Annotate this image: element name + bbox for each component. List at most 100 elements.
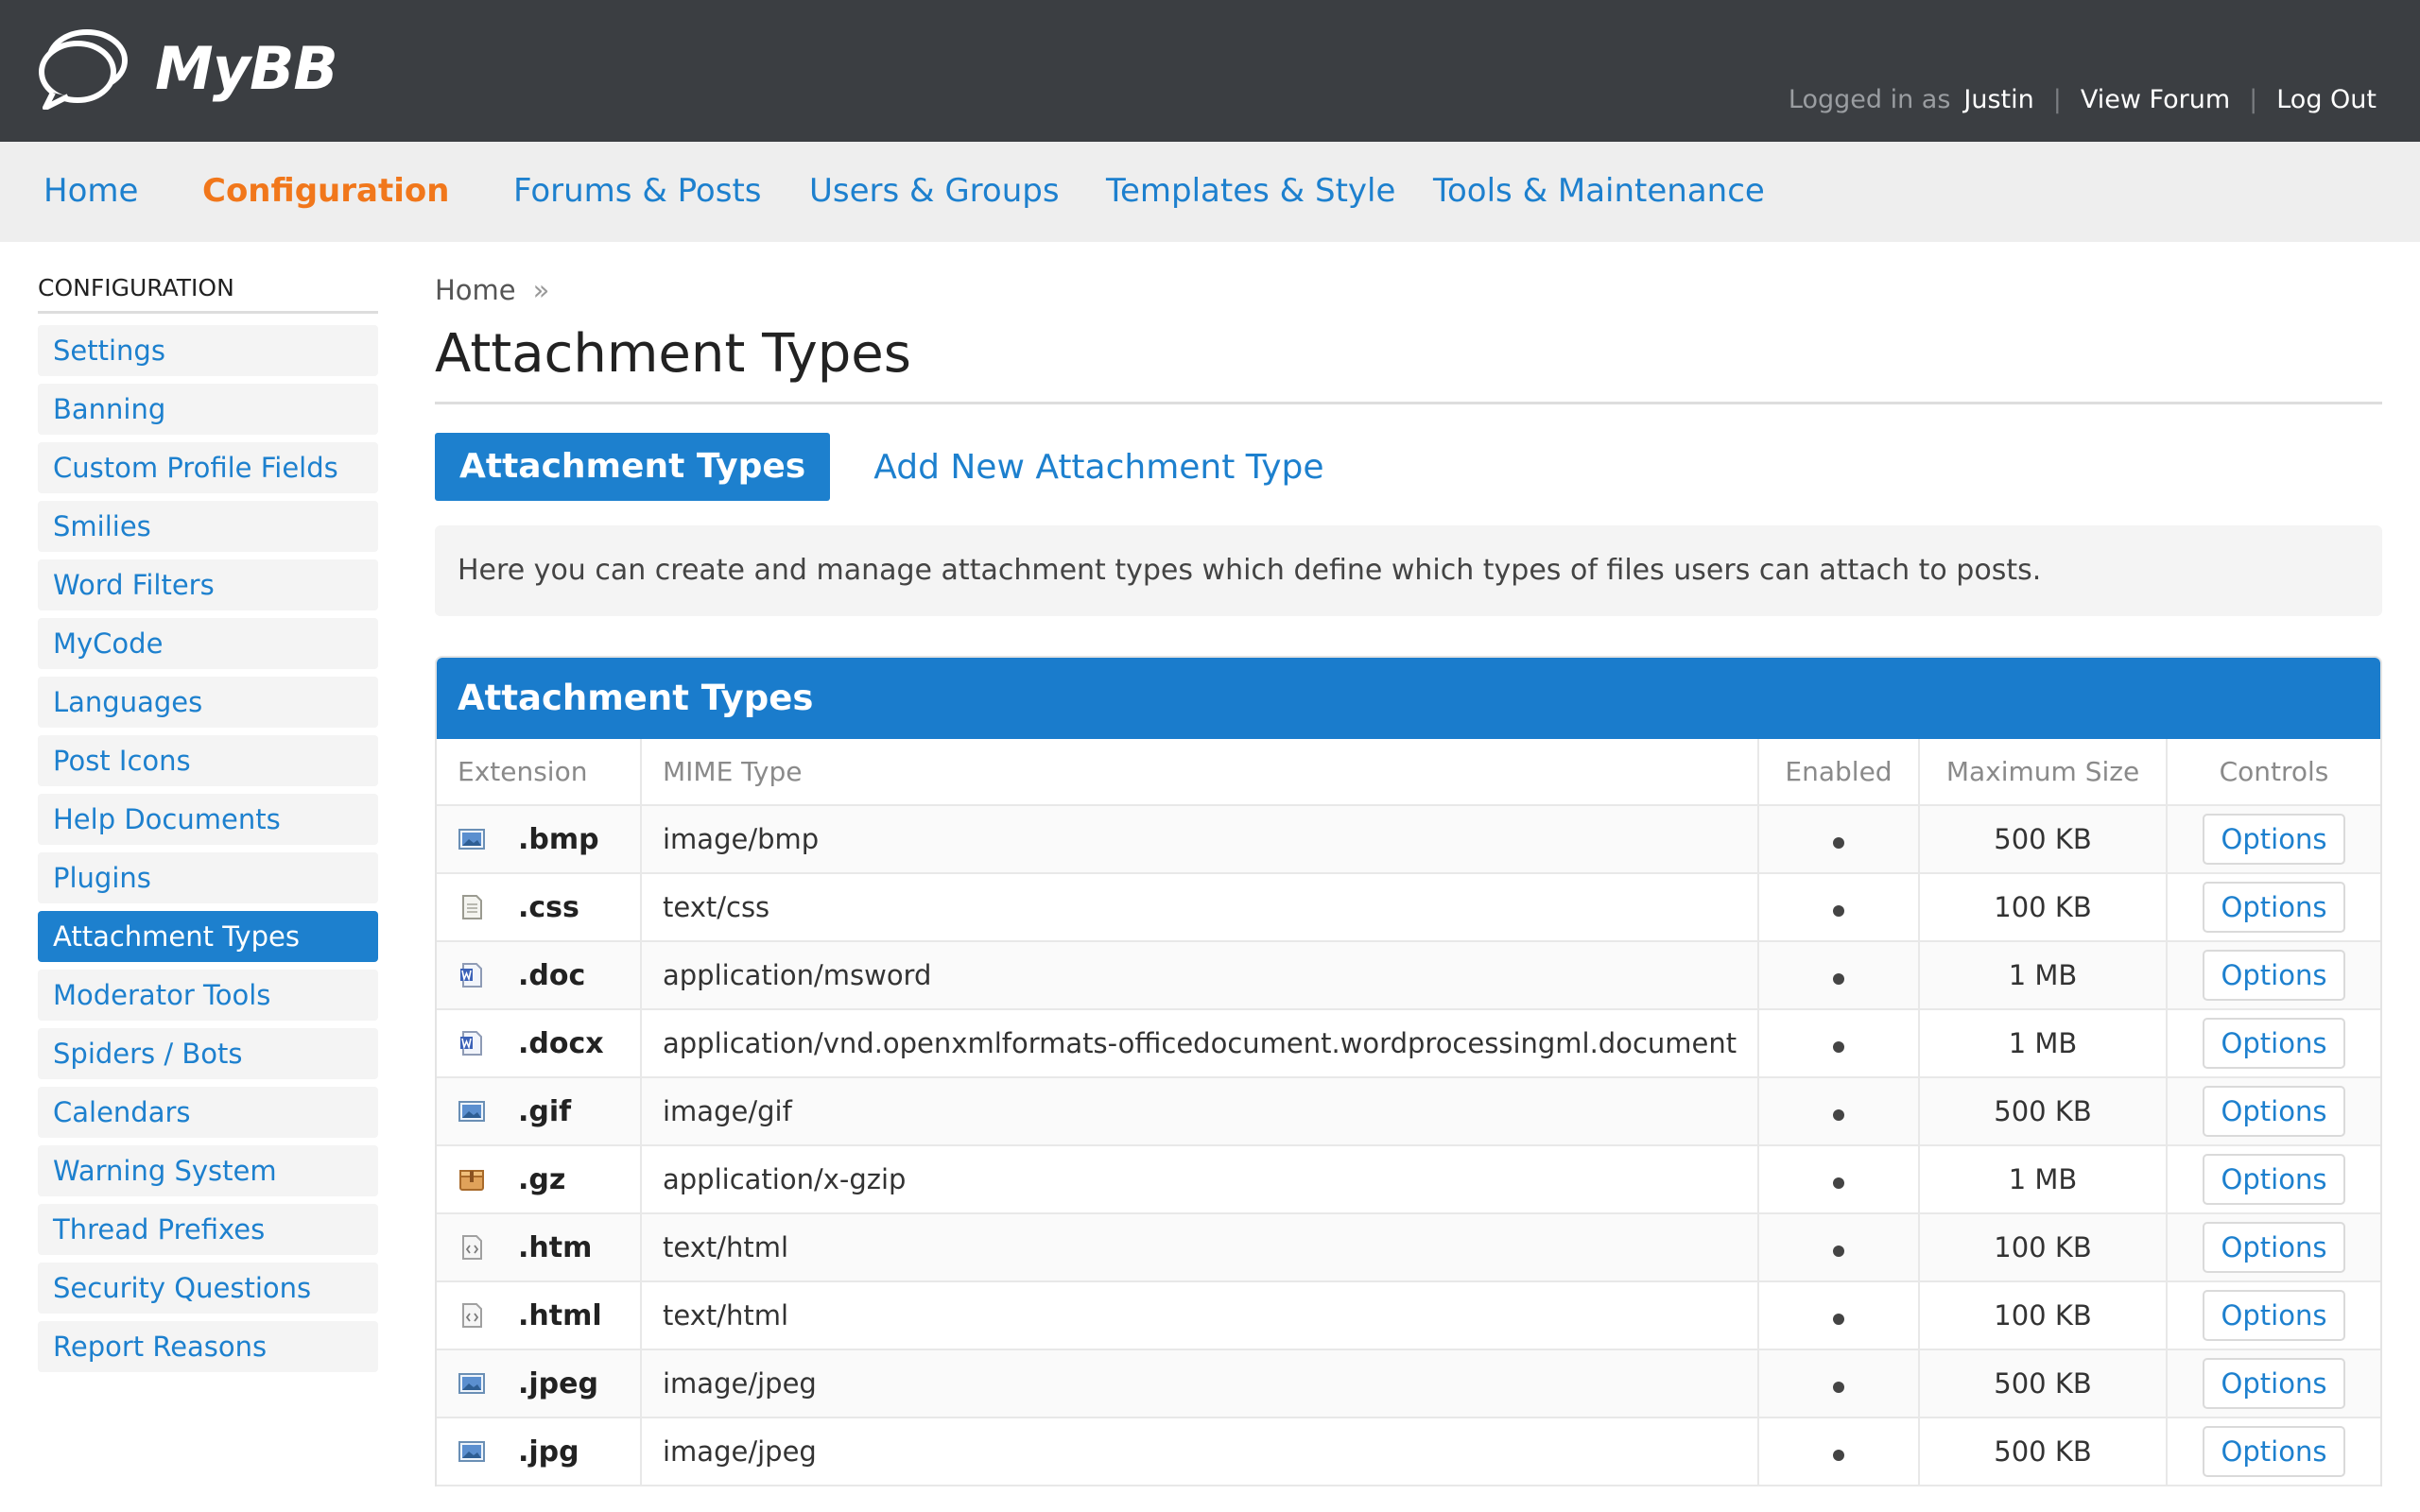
sidebar-item-custom-profile-fields[interactable]: Custom Profile Fields — [38, 442, 378, 493]
options-button[interactable]: Options — [2202, 1018, 2346, 1069]
breadcrumb-separator: » — [532, 274, 550, 306]
extension-label: .gz — [518, 1162, 566, 1196]
enabled-cell — [1758, 1418, 1920, 1486]
controls-cell: Options — [2167, 1213, 2380, 1282]
sidebar-item-report-reasons[interactable]: Report Reasons — [38, 1321, 378, 1372]
username-link[interactable]: Justin — [1963, 85, 2033, 114]
mime-type-cell: text/html — [641, 1281, 1759, 1350]
extension-label: .gif — [518, 1094, 572, 1128]
mime-type-cell: text/html — [641, 1213, 1759, 1282]
enabled-indicator-icon — [1833, 1314, 1844, 1325]
page-description: Here you can create and manage attachmen… — [435, 525, 2382, 616]
nav-tools-maintenance[interactable]: Tools & Maintenance — [1433, 172, 1765, 210]
enabled-indicator-icon — [1833, 1177, 1844, 1189]
word-file-icon — [458, 961, 486, 989]
html-file-icon — [458, 1301, 486, 1330]
sidebar-item-moderator-tools[interactable]: Moderator Tools — [38, 970, 378, 1021]
options-button[interactable]: Options — [2202, 814, 2346, 865]
sidebar: CONFIGURATION Settings Banning Custom Pr… — [38, 274, 378, 1380]
enabled-cell — [1758, 1077, 1920, 1146]
enabled-cell — [1758, 941, 1920, 1010]
extension-cell: .gif — [437, 1077, 642, 1146]
sidebar-item-settings[interactable]: Settings — [38, 325, 378, 376]
column-header-enabled: Enabled — [1758, 739, 1920, 806]
extension-cell: .gz — [437, 1145, 642, 1214]
enabled-cell — [1758, 1213, 1920, 1282]
mime-type-cell: text/css — [641, 873, 1759, 942]
mime-type-cell: application/msword — [641, 941, 1759, 1010]
table-row: .docx application/vnd.openxmlformats-offi… — [437, 1009, 2380, 1078]
sidebar-item-mycode[interactable]: MyCode — [38, 618, 378, 669]
maximum-size-cell: 100 KB — [1919, 1281, 2168, 1350]
options-button[interactable]: Options — [2202, 1290, 2346, 1341]
image-file-icon — [458, 1369, 486, 1398]
enabled-indicator-icon — [1833, 905, 1844, 917]
sidebar-item-smilies[interactable]: Smilies — [38, 501, 378, 552]
tab-add-new-attachment-type[interactable]: Add New Attachment Type — [873, 448, 1323, 487]
options-button[interactable]: Options — [2202, 882, 2346, 933]
sidebar-item-languages[interactable]: Languages — [38, 677, 378, 728]
sidebar-item-attachment-types[interactable]: Attachment Types — [38, 911, 378, 962]
log-out-link[interactable]: Log Out — [2276, 85, 2377, 114]
enabled-indicator-icon — [1833, 837, 1844, 849]
sidebar-item-security-questions[interactable]: Security Questions — [38, 1263, 378, 1314]
sidebar-item-thread-prefixes[interactable]: Thread Prefixes — [38, 1204, 378, 1255]
table-row: .css text/css 100 KB Options — [437, 873, 2380, 942]
image-file-icon — [458, 825, 486, 853]
enabled-indicator-icon — [1833, 1246, 1844, 1257]
nav-configuration[interactable]: Configuration — [202, 172, 449, 210]
options-button[interactable]: Options — [2202, 950, 2346, 1001]
nav-home[interactable]: Home — [43, 172, 138, 210]
breadcrumb-home[interactable]: Home — [435, 274, 516, 306]
enabled-indicator-icon — [1833, 1450, 1844, 1461]
column-header-maximum-size: Maximum Size — [1919, 739, 2168, 806]
word-file-icon — [458, 1029, 486, 1057]
tab-attachment-types[interactable]: Attachment Types — [435, 433, 831, 501]
extension-label: .doc — [518, 958, 586, 992]
enabled-cell — [1758, 805, 1920, 874]
view-forum-link[interactable]: View Forum — [2081, 85, 2230, 114]
enabled-indicator-icon — [1833, 973, 1844, 985]
extension-label: .css — [518, 890, 579, 924]
options-button[interactable]: Options — [2202, 1358, 2346, 1409]
table-row: .gz application/x-gzip 1 MB Options — [437, 1145, 2380, 1214]
mime-type-cell: image/gif — [641, 1077, 1759, 1146]
maximum-size-cell: 500 KB — [1919, 1418, 2168, 1486]
controls-cell: Options — [2167, 941, 2380, 1010]
sidebar-item-spiders-bots[interactable]: Spiders / Bots — [38, 1028, 378, 1079]
nav-users-groups[interactable]: Users & Groups — [809, 172, 1060, 210]
maximum-size-cell: 1 MB — [1919, 1009, 2168, 1078]
extension-label: .jpg — [518, 1435, 579, 1469]
extension-cell: .htm — [437, 1213, 642, 1282]
controls-cell: Options — [2167, 1077, 2380, 1146]
enabled-cell — [1758, 1009, 1920, 1078]
extension-label: .bmp — [518, 822, 599, 856]
sidebar-item-help-documents[interactable]: Help Documents — [38, 794, 378, 845]
logo[interactable]: MyBB — [36, 26, 338, 110]
user-bar: Logged in as Justin | View Forum | Log O… — [1789, 85, 2377, 114]
enabled-cell — [1758, 1281, 1920, 1350]
controls-cell: Options — [2167, 1349, 2380, 1418]
enabled-indicator-icon — [1833, 1041, 1844, 1053]
logged-in-label: Logged in as — [1788, 85, 1951, 114]
sidebar-item-warning-system[interactable]: Warning System — [38, 1145, 378, 1196]
options-button[interactable]: Options — [2202, 1154, 2346, 1205]
options-button[interactable]: Options — [2202, 1426, 2346, 1477]
mime-type-cell: image/jpeg — [641, 1349, 1759, 1418]
sidebar-item-plugins[interactable]: Plugins — [38, 852, 378, 903]
controls-cell: Options — [2167, 1418, 2380, 1486]
column-header-controls: Controls — [2167, 739, 2380, 806]
table-row: .htm text/html 100 KB Options — [437, 1213, 2380, 1282]
nav-templates-style[interactable]: Templates & Style — [1106, 172, 1395, 210]
sidebar-item-calendars[interactable]: Calendars — [38, 1087, 378, 1138]
table-row: .jpg image/jpeg 500 KB Options — [437, 1418, 2380, 1486]
options-button[interactable]: Options — [2202, 1222, 2346, 1273]
sidebar-item-post-icons[interactable]: Post Icons — [38, 735, 378, 786]
speech-bubbles-icon — [39, 29, 128, 110]
sidebar-item-word-filters[interactable]: Word Filters — [38, 559, 378, 610]
maximum-size-cell: 500 KB — [1919, 1077, 2168, 1146]
nav-forums-posts[interactable]: Forums & Posts — [513, 172, 762, 210]
tabs: Attachment Types Add New Attachment Type — [435, 433, 2382, 501]
options-button[interactable]: Options — [2202, 1086, 2346, 1137]
sidebar-item-banning[interactable]: Banning — [38, 384, 378, 435]
